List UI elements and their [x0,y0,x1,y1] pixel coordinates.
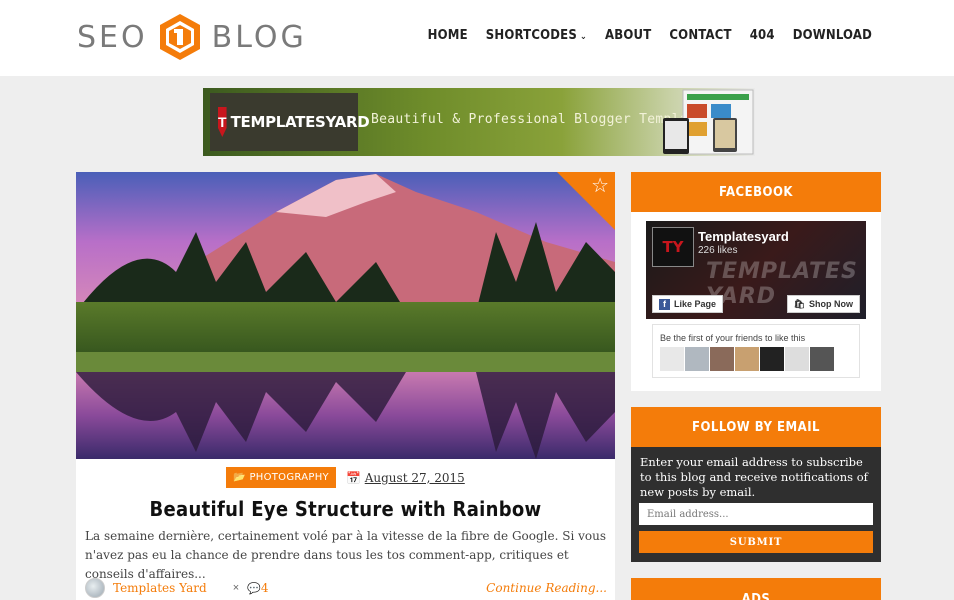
post-footer: Templates Yard × 💬4 Continue Reading... [85,577,607,599]
submit-button[interactable]: SUBMIT [639,531,873,553]
site-logo[interactable]: SEO BLOG [77,12,307,62]
friend-avatar[interactable] [810,347,834,371]
site-header: SEO BLOG HOME SHORTCODES ⌄ ABOUT CONTACT … [0,0,954,76]
banner-ad[interactable]: T TEMPLATESYARD Beautiful & Professional… [203,88,755,156]
post-date: 📅 August 27, 2015 [346,471,465,485]
friend-avatar[interactable] [710,347,734,371]
friend-avatar[interactable] [685,347,709,371]
banner-brand: TEMPLATESYARD [230,113,370,131]
friend-faces [660,347,834,371]
banner-logo: T TEMPLATESYARD [210,93,370,151]
fb-page-name[interactable]: Templatesyard [698,229,789,244]
comment-count-text: 4 [260,581,269,595]
nav-contact[interactable]: CONTACT [669,28,731,43]
post-thumbnail-image[interactable] [76,172,615,459]
email-widget-body: Enter your email address to subscribe to… [631,447,881,562]
nav-shortcodes[interactable]: SHORTCODES ⌄ [486,28,587,43]
nav-home[interactable]: HOME [428,28,468,43]
comment-count[interactable]: 💬4 [247,581,268,595]
category-label: PHOTOGRAPHY [249,472,329,483]
shield-icon: T [218,107,227,137]
post-excerpt: La semaine dernière, certainement volé p… [85,529,606,581]
device-screens-image [663,89,754,155]
facebook-page-card[interactable]: TY Templatesyard 226 likes TEMPLATES YAR… [646,221,866,319]
nav-about[interactable]: ABOUT [605,28,651,43]
friend-avatar[interactable] [760,347,784,371]
friends-box: Be the first of your friends to like thi… [652,324,860,378]
calendar-icon: 📅 [345,470,361,485]
nav-download[interactable]: DOWNLOAD [793,28,872,43]
nav-404[interactable]: 404 [750,28,775,43]
facebook-widget: FACEBOOK TY Templatesyard 226 likes TEMP… [631,172,881,391]
friends-text: Be the first of your friends to like thi… [660,333,806,343]
shop-now-label: Shop Now [809,299,853,309]
facebook-widget-title: FACEBOOK [631,172,881,212]
like-page-button[interactable]: f Like Page [652,295,724,313]
chevron-down-icon: ⌄ [580,32,587,42]
follow-by-email-widget: FOLLOW BY EMAIL Enter your email address… [631,407,881,562]
ads-widget: ADS [631,578,881,600]
email-description: Enter your email address to subscribe to… [640,455,868,499]
email-field[interactable] [639,503,873,525]
main-nav: HOME SHORTCODES ⌄ ABOUT CONTACT 404 DOWNL… [410,28,872,43]
separator-icon: × [232,582,240,594]
ads-widget-title: ADS [631,578,881,600]
logo-text-right: BLOG [211,19,307,55]
featured-post-card: ☆ 📂 PHOTOGRAPHY 📅 August 27, 2015 Beauti… [76,172,615,600]
read-more-link[interactable]: Continue Reading... [486,581,607,595]
facebook-icon: f [659,298,670,310]
post-meta: 📂 PHOTOGRAPHY 📅 August 27, 2015 [76,467,615,488]
hexagon-logo-icon [159,14,200,60]
friend-avatar[interactable] [660,347,684,371]
comment-icon: 💬 [247,582,261,595]
logo-text-left: SEO [77,19,148,55]
like-page-label: Like Page [674,299,717,309]
fb-like-count: 226 likes [698,245,738,256]
friend-avatar[interactable] [735,347,759,371]
friend-avatar[interactable] [785,347,809,371]
shopping-bag-icon: 🛍 [793,298,805,309]
page-avatar: TY [652,227,694,267]
email-widget-title: FOLLOW BY EMAIL [631,407,881,447]
post-title[interactable]: Beautiful Eye Structure with Rainbow [76,497,615,521]
category-tag[interactable]: 📂 PHOTOGRAPHY [226,467,336,488]
shop-now-button[interactable]: 🛍 Shop Now [786,295,860,313]
nav-shortcodes-label: SHORTCODES [485,28,577,43]
star-icon: ☆ [591,175,609,197]
author-avatar[interactable] [85,578,105,598]
post-date-text: August 27, 2015 [364,470,465,485]
author-name[interactable]: Templates Yard [113,581,207,595]
